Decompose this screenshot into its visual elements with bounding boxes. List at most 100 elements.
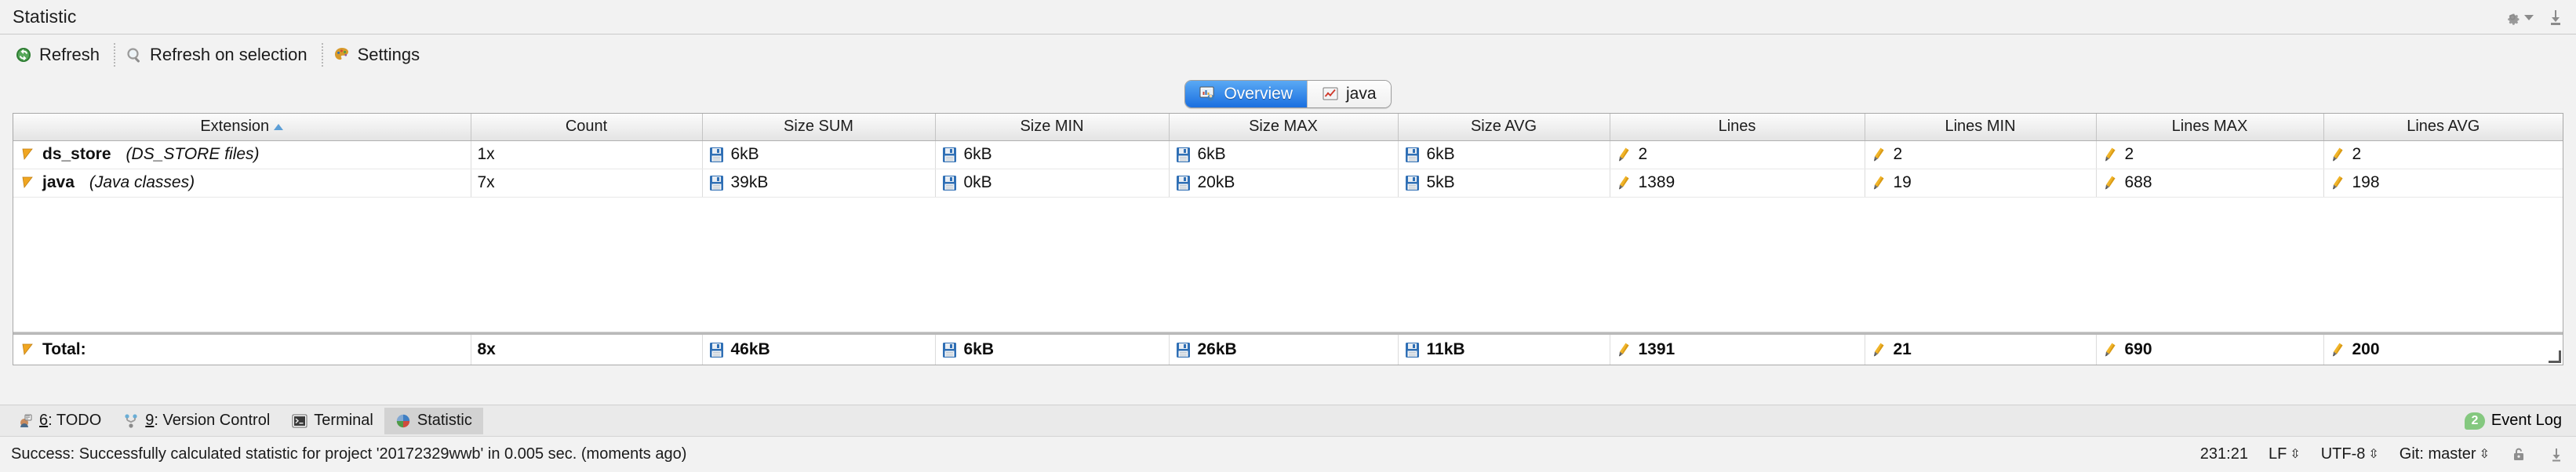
column-header-lines-max[interactable]: Lines MAX xyxy=(2096,114,2323,140)
table-row[interactable]: java (Java classes) 7x 39kB 0kB 20kB 5kB… xyxy=(13,169,2563,197)
magnifier-icon xyxy=(125,45,144,64)
tool-window-todo[interactable]: 6: TODO xyxy=(6,408,112,434)
settings-button-label: Settings xyxy=(358,45,420,65)
encoding-label: UTF-8 xyxy=(2321,445,2366,463)
todo-icon xyxy=(17,413,33,429)
lock-icon[interactable] xyxy=(2510,446,2527,463)
total-lines-max-value: 690 xyxy=(2125,340,2152,359)
column-header-count[interactable]: Count xyxy=(471,114,702,140)
column-header-lines[interactable]: Lines xyxy=(1610,114,1865,140)
download-status-icon[interactable] xyxy=(2548,446,2565,463)
cell-lines: 1389 xyxy=(1610,169,1865,197)
git-branch-selector[interactable]: Git: master ⇳ xyxy=(2400,445,2490,463)
total-size-sum-value: 46kB xyxy=(731,340,770,359)
todo-mnemonic: 6 xyxy=(39,412,48,429)
size-max-value: 20kB xyxy=(1198,173,1235,192)
cell-extension: ds_store (DS_STORE files) xyxy=(13,140,471,169)
total-row-container: Total: 8x 46kB 6kB 26kB 11kB 1391 21 690… xyxy=(13,332,2563,365)
tool-window-terminal[interactable]: Terminal xyxy=(281,408,384,434)
pencil-icon xyxy=(1617,147,1632,163)
tool-window-version-control[interactable]: 9: Version Control xyxy=(112,408,281,434)
lines-value: 2 xyxy=(1639,145,1648,164)
tab-overview-label: Overview xyxy=(1224,85,1293,103)
pencil-icon xyxy=(2330,342,2345,358)
floppy-icon xyxy=(1405,175,1420,191)
size-sum-value: 39kB xyxy=(731,173,769,192)
chevron-down-icon xyxy=(2524,14,2534,20)
tab-java[interactable]: java xyxy=(1307,81,1391,107)
column-header-lines-avg[interactable]: Lines AVG xyxy=(2323,114,2563,140)
cell-size-max: 20kB xyxy=(1169,169,1398,197)
column-header-lines-label: Lines xyxy=(1719,118,1756,136)
column-header-size-avg-label: Size AVG xyxy=(1471,118,1537,136)
table-header-row: Extension Count Size SUM Size MIN Size M… xyxy=(13,114,2563,140)
total-size-max-value: 26kB xyxy=(1198,340,1237,359)
total-size-max: 26kB xyxy=(1169,335,1398,365)
floppy-icon xyxy=(1176,342,1191,358)
total-lines: 1391 xyxy=(1610,335,1865,365)
size-avg-value: 6kB xyxy=(1427,145,1455,164)
resize-grip[interactable] xyxy=(2549,350,2561,363)
tool-window-terminal-label: Terminal xyxy=(314,412,373,430)
tool-window-todo-label: : TODO xyxy=(48,412,101,429)
event-log-button[interactable]: 2 Event Log xyxy=(2465,412,2576,430)
column-header-lines-min[interactable]: Lines MIN xyxy=(1865,114,2096,140)
updown-icon: ⇳ xyxy=(2290,448,2300,461)
tool-window-bar: 6: TODO 9: Version Control Terminal xyxy=(0,405,2576,436)
caret-position-label: 231:21 xyxy=(2200,445,2248,463)
total-count: 8x xyxy=(471,335,702,365)
tool-window-statistic[interactable]: Statistic xyxy=(384,408,483,434)
total-lines-avg-value: 200 xyxy=(2352,340,2380,359)
total-size-avg-value: 11kB xyxy=(1427,340,1465,359)
toolbar-separator xyxy=(114,43,115,67)
floppy-icon xyxy=(942,147,957,163)
settings-button[interactable]: Settings xyxy=(328,42,430,68)
extension-name: java xyxy=(42,173,75,192)
pencil-icon xyxy=(2330,175,2345,191)
git-branch-label: Git: master xyxy=(2400,445,2476,463)
vcs-mnemonic: 9 xyxy=(145,412,154,429)
caret-position[interactable]: 231:21 xyxy=(2200,445,2248,463)
settings-gear-button[interactable] xyxy=(2504,9,2534,26)
tab-overview[interactable]: Overview xyxy=(1185,81,1307,107)
hide-icon[interactable] xyxy=(2546,8,2565,27)
column-header-size-min-label: Size MIN xyxy=(1020,118,1083,136)
column-header-size-min[interactable]: Size MIN xyxy=(935,114,1169,140)
line-separator-selector[interactable]: LF ⇳ xyxy=(2269,445,2301,463)
pencil-icon xyxy=(1617,342,1632,358)
segmented-control: Overview java xyxy=(1184,80,1391,108)
updown-icon: ⇳ xyxy=(2368,448,2378,461)
column-header-size-avg[interactable]: Size AVG xyxy=(1398,114,1610,140)
total-size-avg: 11kB xyxy=(1398,335,1610,365)
pencil-icon xyxy=(1872,147,1887,163)
cell-size-sum: 39kB xyxy=(702,169,935,197)
floppy-icon xyxy=(1176,147,1191,163)
column-header-size-max-label: Size MAX xyxy=(1249,118,1318,136)
cell-extension: java (Java classes) xyxy=(13,169,471,197)
encoding-selector[interactable]: UTF-8 ⇳ xyxy=(2321,445,2379,463)
lines-avg-value: 2 xyxy=(2352,145,2362,164)
sort-ascending-icon xyxy=(274,124,283,130)
table-row[interactable]: ds_store (DS_STORE files) 1x 6kB 6kB 6kB… xyxy=(13,140,2563,169)
pencil-icon xyxy=(1617,175,1632,191)
page-title: Statistic xyxy=(13,6,76,27)
pencil-icon xyxy=(2330,147,2345,163)
floppy-icon xyxy=(1405,147,1420,163)
column-header-size-sum[interactable]: Size SUM xyxy=(702,114,935,140)
column-header-extension[interactable]: Extension xyxy=(13,114,471,140)
total-lines-value: 1391 xyxy=(1639,340,1675,359)
size-sum-value: 6kB xyxy=(731,145,759,164)
chart-icon xyxy=(1322,86,1339,102)
toolbar-separator-2 xyxy=(322,43,323,67)
refresh-on-selection-button[interactable]: Refresh on selection xyxy=(120,42,317,68)
cell-size-min: 0kB xyxy=(935,169,1169,197)
refresh-button[interactable]: Refresh xyxy=(9,42,109,68)
column-header-size-max[interactable]: Size MAX xyxy=(1169,114,1398,140)
cell-lines-min: 19 xyxy=(1865,169,2096,197)
cell-lines-avg: 198 xyxy=(2323,169,2563,197)
extension-description: (Java classes) xyxy=(89,173,195,192)
statistic-table-panel: Extension Count Size SUM Size MIN Size M… xyxy=(13,113,2563,365)
lines-max-value: 688 xyxy=(2125,173,2152,192)
total-label: Total: xyxy=(42,340,86,359)
flag-icon xyxy=(20,342,35,358)
